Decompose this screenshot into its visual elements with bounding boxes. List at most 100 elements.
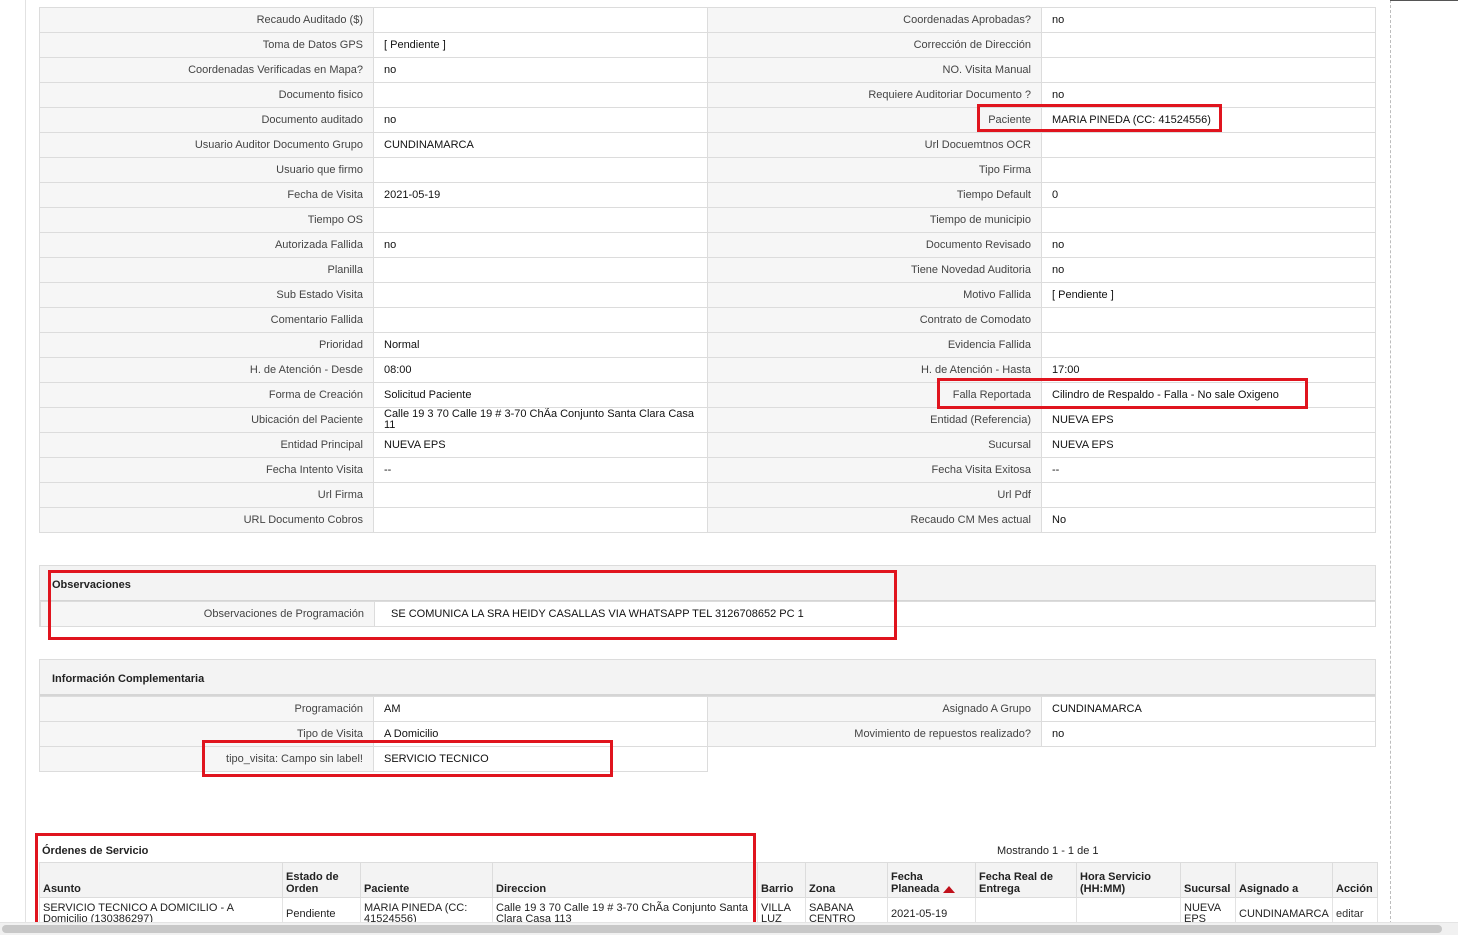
field-label: Evidencia Fallida xyxy=(707,332,1042,358)
observaciones-label: Observaciones de Programación xyxy=(40,601,375,627)
column-header[interactable]: Zona xyxy=(805,862,888,898)
table-row: Fecha de Visita 2021-05-19 Tiempo Default 0 xyxy=(39,182,1376,208)
column-header[interactable]: Hora Servicio (HH:MM) xyxy=(1076,862,1181,898)
scrollbar-thumb[interactable] xyxy=(2,925,1442,933)
field-label: Programación xyxy=(39,696,374,722)
field-value xyxy=(1041,332,1376,358)
table-row: Usuario que firmo Tipo Firma xyxy=(39,157,1376,183)
table-row: Comentario Fallida Contrato de Comodato xyxy=(39,307,1376,333)
field-label: Sucursal xyxy=(707,432,1042,458)
column-header-label: Paciente xyxy=(364,883,410,895)
tipo-visita-value: SERVICIO TECNICO xyxy=(373,746,708,772)
visit-details-table: Recaudo Auditado ($) Coordenadas Aprobada… xyxy=(39,7,1376,533)
complementaria-section: Información Complementaria xyxy=(39,659,1376,697)
table-row: Toma de Datos GPS[ Pendiente ] Corrección… xyxy=(39,32,1376,58)
tipo-visita-label: tipo_visita: Campo sin label! xyxy=(39,746,374,772)
field-label: Motivo Fallida xyxy=(707,282,1042,308)
column-header[interactable]: Asignado a xyxy=(1235,862,1333,898)
column-header[interactable]: Asunto xyxy=(39,862,283,898)
observaciones-table: Observaciones de Programación SE COMUNIC… xyxy=(40,601,1376,627)
observaciones-value: SE COMUNICA LA SRA HEIDY CASALLAS VIA WH… xyxy=(374,601,1376,627)
field-label: Coordenadas Aprobadas? xyxy=(707,7,1042,33)
page-border-left xyxy=(25,0,26,934)
table-row: Observaciones de Programación SE COMUNIC… xyxy=(40,601,1376,627)
field-value: No xyxy=(1041,507,1376,533)
column-header[interactable]: Barrio xyxy=(757,862,806,898)
field-label: Recaudo Auditado ($) xyxy=(39,7,374,33)
field-value: CUNDINAMARCA xyxy=(373,132,708,158)
field-value: no xyxy=(1041,82,1376,108)
field-label: Documento Revisado xyxy=(707,232,1042,258)
column-header-label: Estado de Orden xyxy=(286,871,339,895)
horizontal-scrollbar[interactable] xyxy=(0,922,1458,935)
observaciones-title: Observaciones xyxy=(52,579,131,591)
field-label: Tiene Novedad Auditoria xyxy=(707,257,1042,283)
field-value: [ Pendiente ] xyxy=(1041,282,1376,308)
field-value: Calle 19 3 70 Calle 19 # 3-70 ChÃa Conju… xyxy=(373,407,708,433)
field-value xyxy=(373,282,708,308)
field-value xyxy=(373,207,708,233)
column-header[interactable]: Sucursal xyxy=(1180,862,1236,898)
field-value: no xyxy=(1041,7,1376,33)
table-row: Ubicación del Paciente Calle 19 3 70 Call… xyxy=(39,407,1376,433)
table-row: Forma de Creación Solicitud Paciente Falla… xyxy=(39,382,1376,408)
column-header[interactable]: Direccion xyxy=(492,862,758,898)
field-value: -- xyxy=(373,457,708,483)
column-header-label: Fecha Planeada xyxy=(891,871,940,895)
column-header[interactable]: Acción xyxy=(1332,862,1378,898)
field-label: Asignado A Grupo xyxy=(707,696,1042,722)
field-value xyxy=(373,157,708,183)
column-header[interactable]: Paciente xyxy=(360,862,493,898)
field-label: Fecha de Visita xyxy=(39,182,374,208)
table-row: Recaudo Auditado ($) Coordenadas Aprobada… xyxy=(39,7,1376,33)
field-label: H. de Atención - Desde xyxy=(39,357,374,383)
sort-ascending-icon[interactable] xyxy=(943,885,956,893)
field-label: URL Documento Cobros xyxy=(39,507,374,533)
table-row: Fecha Intento Visita -- Fecha Visita Exito… xyxy=(39,457,1376,483)
table-row: Coordenadas Verificadas en Mapa? no NO. Vi… xyxy=(39,57,1376,83)
field-value: CUNDINAMARCA xyxy=(1041,696,1376,722)
observaciones-section: Observaciones Observaciones de Programac… xyxy=(39,565,1376,627)
field-value xyxy=(373,82,708,108)
field-label: Corrección de Dirección xyxy=(707,32,1042,58)
field-label: Documento auditado xyxy=(39,107,374,133)
field-label: Documento fisico xyxy=(39,82,374,108)
field-label: Falla Reportada xyxy=(707,382,1042,408)
field-label: Tipo Firma xyxy=(707,157,1042,183)
column-header-label: Asignado a xyxy=(1239,883,1299,895)
field-label: Comentario Fallida xyxy=(39,307,374,333)
column-header-label: Fecha Real de Entrega xyxy=(979,871,1053,895)
field-value: -- xyxy=(1041,457,1376,483)
table-row: tipo_visita: Campo sin label! SERVICIO T… xyxy=(39,746,708,772)
column-header[interactable]: Estado de Orden xyxy=(282,862,361,898)
field-label: Usuario que firmo xyxy=(39,157,374,183)
column-header-label: Barrio xyxy=(761,883,794,895)
field-label: Fecha Intento Visita xyxy=(39,457,374,483)
field-label: Recaudo CM Mes actual xyxy=(707,507,1042,533)
field-value: MARIA PINEDA (CC: 41524556) xyxy=(1041,107,1376,133)
field-value: [ Pendiente ] xyxy=(373,32,708,58)
field-value xyxy=(1041,307,1376,333)
table-row: Planilla Tiene Novedad Auditoria no xyxy=(39,257,1376,283)
field-label: Entidad (Referencia) xyxy=(707,407,1042,433)
field-value: no xyxy=(1041,257,1376,283)
column-header[interactable]: Fecha Real de Entrega xyxy=(975,862,1077,898)
field-value xyxy=(1041,157,1376,183)
field-label: Url Pdf xyxy=(707,482,1042,508)
field-label: Planilla xyxy=(39,257,374,283)
column-header[interactable]: Fecha Planeada xyxy=(887,862,976,898)
field-value xyxy=(1041,482,1376,508)
page-border-right xyxy=(1390,0,1391,934)
field-value: no xyxy=(373,232,708,258)
field-label: NO. Visita Manual xyxy=(707,57,1042,83)
table-row: Sub Estado Visita Motivo Fallida[ Pendien… xyxy=(39,282,1376,308)
field-value: AM xyxy=(373,696,708,722)
field-label: Tiempo Default xyxy=(707,182,1042,208)
field-label: Paciente xyxy=(707,107,1042,133)
field-value xyxy=(373,482,708,508)
field-label: Coordenadas Verificadas en Mapa? xyxy=(39,57,374,83)
field-label: Sub Estado Visita xyxy=(39,282,374,308)
field-label: Requiere Auditoriar Documento ? xyxy=(707,82,1042,108)
field-value xyxy=(1041,32,1376,58)
field-label: Autorizada Fallida xyxy=(39,232,374,258)
